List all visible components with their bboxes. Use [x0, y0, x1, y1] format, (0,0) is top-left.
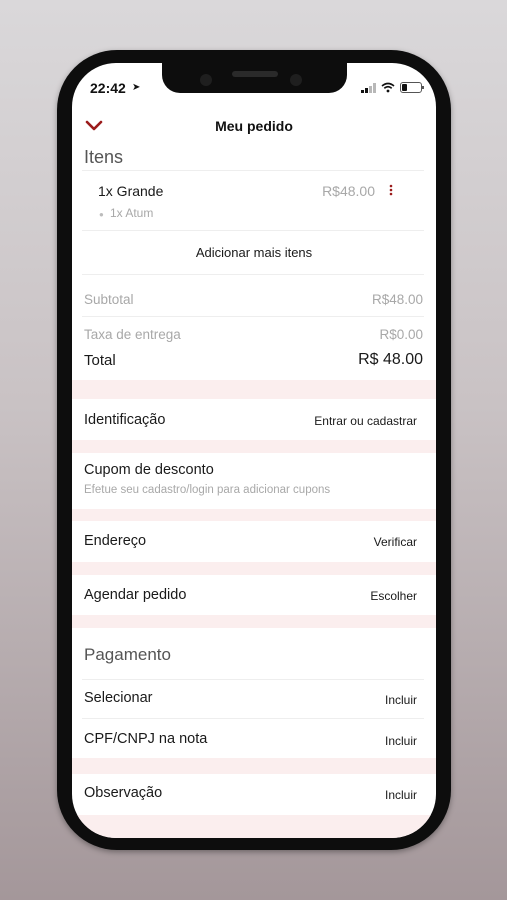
add-observation-link[interactable]: Incluir — [385, 788, 417, 802]
location-icon: ➤ — [132, 82, 141, 93]
section-separator — [72, 615, 436, 628]
delivery-fee-value: R$0.00 — [379, 327, 423, 342]
item-detail: 1x Atum — [110, 206, 154, 220]
divider — [82, 230, 424, 231]
status-icons — [361, 82, 424, 93]
divider — [82, 274, 424, 275]
speaker — [232, 71, 278, 77]
app-screen: 22:42 ➤ Meu pedido Itens 1x Grande R$48.… — [72, 63, 436, 838]
add-payment-link[interactable]: Incluir — [385, 693, 417, 707]
payment-section-title: Pagamento — [84, 645, 171, 664]
observation-label: Observação — [84, 785, 163, 801]
status-time: 22:42 — [90, 80, 126, 96]
notch — [162, 63, 347, 93]
coupon-label: Cupom de desconto — [84, 462, 214, 478]
page-title: Meu pedido — [215, 118, 293, 134]
item-name: 1x Grande — [98, 183, 164, 199]
battery-icon — [400, 82, 424, 93]
total-label: Total — [84, 352, 116, 369]
subtotal-label: Subtotal — [84, 292, 134, 307]
header: Meu pedido — [72, 115, 436, 139]
wifi-icon — [381, 82, 395, 93]
section-separator — [72, 509, 436, 521]
identification-label: Identificação — [84, 412, 166, 428]
add-more-items-button[interactable]: Adicionar mais itens — [72, 245, 436, 260]
section-separator — [72, 380, 436, 399]
camera-icon — [290, 74, 302, 86]
bullet-icon: ● — [99, 210, 104, 219]
more-options-icon[interactable] — [388, 184, 394, 198]
payment-select-label: Selecionar — [84, 690, 153, 706]
signal-icon — [361, 82, 376, 93]
section-separator — [72, 815, 436, 838]
section-separator — [72, 562, 436, 575]
address-label: Endereço — [84, 533, 147, 549]
login-register-link[interactable]: Entrar ou cadastrar — [314, 414, 417, 428]
section-separator — [72, 758, 436, 774]
items-section-title: Itens — [84, 147, 124, 167]
coupon-hint: Efetue seu cadastro/login para adicionar… — [84, 484, 331, 496]
divider — [82, 679, 424, 680]
divider — [82, 718, 424, 719]
divider — [82, 316, 424, 317]
sensor-icon — [200, 74, 212, 86]
choose-schedule-link[interactable]: Escolher — [370, 589, 417, 603]
section-separator — [72, 440, 436, 453]
total-value: R$ 48.00 — [358, 351, 423, 368]
delivery-fee-label: Taxa de entrega — [84, 327, 181, 342]
verify-address-link[interactable]: Verificar — [374, 535, 417, 549]
subtotal-value: R$48.00 — [371, 292, 423, 307]
divider — [82, 170, 424, 171]
add-cpf-link[interactable]: Incluir — [385, 734, 417, 748]
cpf-label: CPF/CNPJ na nota — [84, 731, 208, 747]
schedule-label: Agendar pedido — [84, 587, 187, 603]
item-price: R$48.00 — [322, 183, 375, 199]
